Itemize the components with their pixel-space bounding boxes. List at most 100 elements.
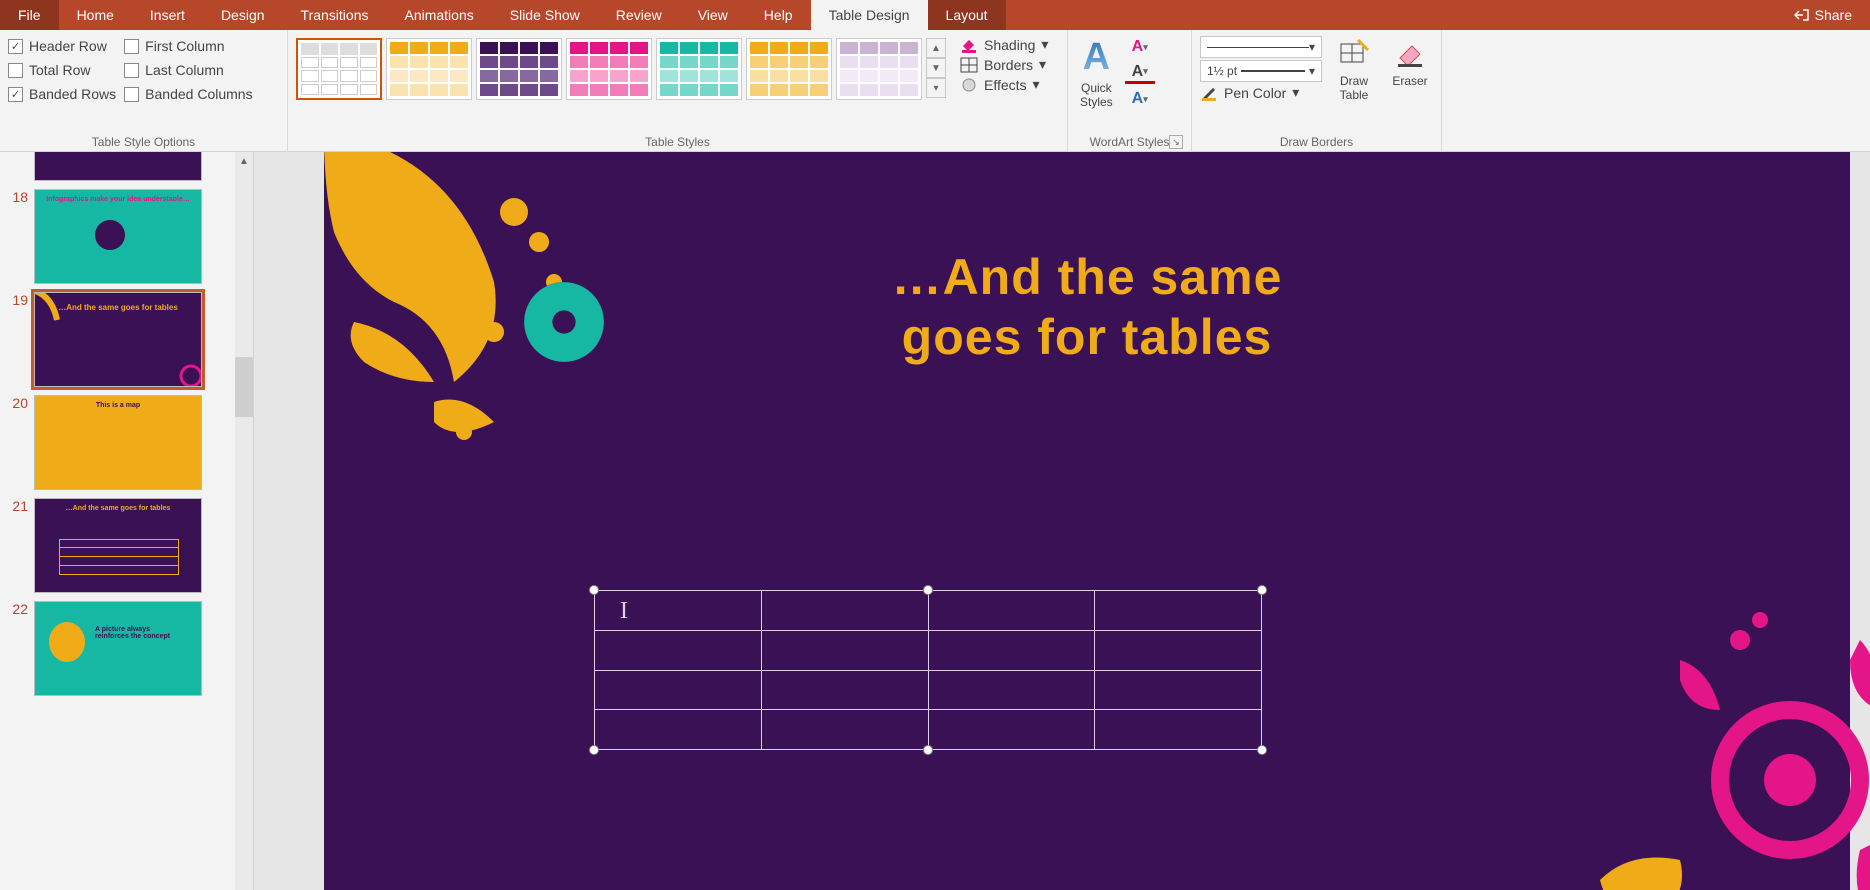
checkbox-icon: ✓ <box>8 39 23 54</box>
home-tab[interactable]: Home <box>59 0 132 30</box>
text-outline-button[interactable]: A▾ <box>1125 62 1155 84</box>
thumb-title: Infographics make your idea understable… <box>35 196 201 203</box>
table-design-tab[interactable]: Table Design <box>811 0 928 30</box>
pen-icon <box>1200 85 1218 101</box>
selection-handle[interactable] <box>589 585 599 595</box>
file-tab[interactable]: File <box>0 0 59 30</box>
selection-handle[interactable] <box>1257 585 1267 595</box>
share-button[interactable]: Share <box>1775 0 1870 30</box>
banded-columns-checkbox[interactable]: Banded Columns <box>124 86 252 102</box>
draw-table-button[interactable]: Draw Table <box>1330 34 1378 104</box>
slide-thumb-20[interactable]: This is a map <box>34 395 202 490</box>
slide-thumb-19[interactable]: …And the same goes for tables <box>34 292 202 387</box>
slide: …And the same goes for tables I <box>324 152 1850 890</box>
pen-style-select[interactable]: ▾ <box>1200 36 1322 58</box>
text-fill-button[interactable]: A▾ <box>1125 36 1155 58</box>
checkbox-icon <box>124 63 139 78</box>
scroll-handle[interactable] <box>235 357 253 417</box>
scroll-up-icon[interactable]: ▲ <box>235 152 253 170</box>
pen-color-button[interactable]: Pen Color ▾ <box>1200 84 1322 101</box>
share-icon <box>1793 7 1809 23</box>
design-tab[interactable]: Design <box>203 0 283 30</box>
chevron-down-icon: ▾ <box>1039 56 1046 73</box>
pen-color-label: Pen Color <box>1224 85 1286 101</box>
selection-handle[interactable] <box>589 745 599 755</box>
insert-tab[interactable]: Insert <box>132 0 203 30</box>
table-style-no-style[interactable] <box>296 38 382 100</box>
table-style-pink[interactable] <box>566 38 652 100</box>
help-tab[interactable]: Help <box>746 0 811 30</box>
review-tab[interactable]: Review <box>598 0 680 30</box>
table-style-orange[interactable] <box>386 38 472 100</box>
table-style-amber[interactable] <box>746 38 832 100</box>
effects-label: Effects <box>984 77 1027 93</box>
paint-bucket-icon <box>960 37 978 53</box>
slide-thumb-17[interactable] <box>34 152 202 181</box>
slide-title: …And the same goes for tables <box>324 247 1850 367</box>
effects-dropdown[interactable]: Effects ▾ <box>960 76 1048 93</box>
table-style-light[interactable] <box>836 38 922 100</box>
selection-handle[interactable] <box>1257 745 1267 755</box>
table-style-teal[interactable] <box>656 38 742 100</box>
shading-label: Shading <box>984 37 1035 53</box>
wordart-group-label: WordArt Styles ↘ <box>1076 133 1183 149</box>
share-label: Share <box>1815 7 1852 23</box>
total-row-label: Total Row <box>29 62 90 78</box>
tso-group-label: Table Style Options <box>8 133 279 149</box>
banded-rows-label: Banded Rows <box>29 86 116 102</box>
header-row-label: Header Row <box>29 38 107 54</box>
header-row-checkbox[interactable]: ✓ Header Row <box>8 38 116 54</box>
view-tab[interactable]: View <box>680 0 746 30</box>
thumb-title: This is a map <box>35 402 201 409</box>
animations-tab[interactable]: Animations <box>386 0 491 30</box>
draw-table-label: Draw Table <box>1340 74 1369 102</box>
table-style-purple[interactable] <box>476 38 562 100</box>
last-column-checkbox[interactable]: Last Column <box>124 62 252 78</box>
pen-weight-value: 1½ pt <box>1207 64 1237 78</box>
text-effects-button[interactable]: A▾ <box>1125 88 1155 110</box>
layout-tab[interactable]: Layout <box>928 0 1006 30</box>
draw-table-icon <box>1336 36 1372 72</box>
transitions-tab[interactable]: Transitions <box>283 0 387 30</box>
menu-bar: File Home Insert Design Transitions Anim… <box>0 0 1870 30</box>
pen-weight-select[interactable]: 1½ pt ▾ <box>1200 60 1322 82</box>
banded-columns-label: Banded Columns <box>145 86 252 102</box>
ornament-bottom-right <box>1540 580 1870 890</box>
slide-show-tab[interactable]: Slide Show <box>492 0 598 30</box>
slide-number: 20 <box>8 395 28 490</box>
slide-canvas[interactable]: …And the same goes for tables I <box>254 152 1870 890</box>
quick-styles-button[interactable]: A Quick Styles <box>1076 34 1117 111</box>
styles-scroll-up[interactable]: ▲ <box>926 38 946 58</box>
slide-table[interactable] <box>594 590 1262 750</box>
slide-thumb-22[interactable]: A picture always reinforces the concept <box>34 601 202 696</box>
slide-thumb-21[interactable]: …And the same goes for tables <box>34 498 202 593</box>
effects-icon <box>960 77 978 93</box>
slide-number: 21 <box>8 498 28 593</box>
table-styles-group: ▲ ▼ ▾ Shading ▾ Borders ▾ Eff <box>288 30 1068 151</box>
borders-dropdown[interactable]: Borders ▾ <box>960 56 1048 73</box>
selection-handle[interactable] <box>923 745 933 755</box>
slide-thumb-18[interactable]: Infographics make your idea understable… <box>34 189 202 284</box>
chevron-down-icon: ▾ <box>1309 64 1315 78</box>
table-style-options-group: ✓ Header Row Total Row ✓ Banded Rows Fir… <box>0 30 288 151</box>
first-column-checkbox[interactable]: First Column <box>124 38 252 54</box>
slide-number: 18 <box>8 189 28 284</box>
styles-more[interactable]: ▾ <box>926 78 946 98</box>
ribbon: ✓ Header Row Total Row ✓ Banded Rows Fir… <box>0 30 1870 152</box>
checkbox-icon: ✓ <box>8 87 23 102</box>
draw-borders-group-label: Draw Borders <box>1200 133 1433 149</box>
total-row-checkbox[interactable]: Total Row <box>8 62 116 78</box>
eraser-button[interactable]: Eraser <box>1386 34 1434 90</box>
thumb-title: …And the same goes for tables <box>35 505 201 512</box>
banded-rows-checkbox[interactable]: ✓ Banded Rows <box>8 86 116 102</box>
chevron-down-icon: ▾ <box>1033 76 1040 93</box>
selection-handle[interactable] <box>923 585 933 595</box>
checkbox-icon <box>124 39 139 54</box>
thumbnail-scrollbar[interactable]: ▲ <box>235 152 253 890</box>
wordart-dialog-launcher[interactable]: ↘ <box>1169 135 1183 149</box>
chevron-down-icon: ▾ <box>1292 84 1299 101</box>
slide-table-selection[interactable]: I <box>594 590 1262 750</box>
shading-dropdown[interactable]: Shading ▾ <box>960 36 1048 53</box>
styles-scroll-down[interactable]: ▼ <box>926 58 946 78</box>
eraser-label: Eraser <box>1392 74 1427 88</box>
